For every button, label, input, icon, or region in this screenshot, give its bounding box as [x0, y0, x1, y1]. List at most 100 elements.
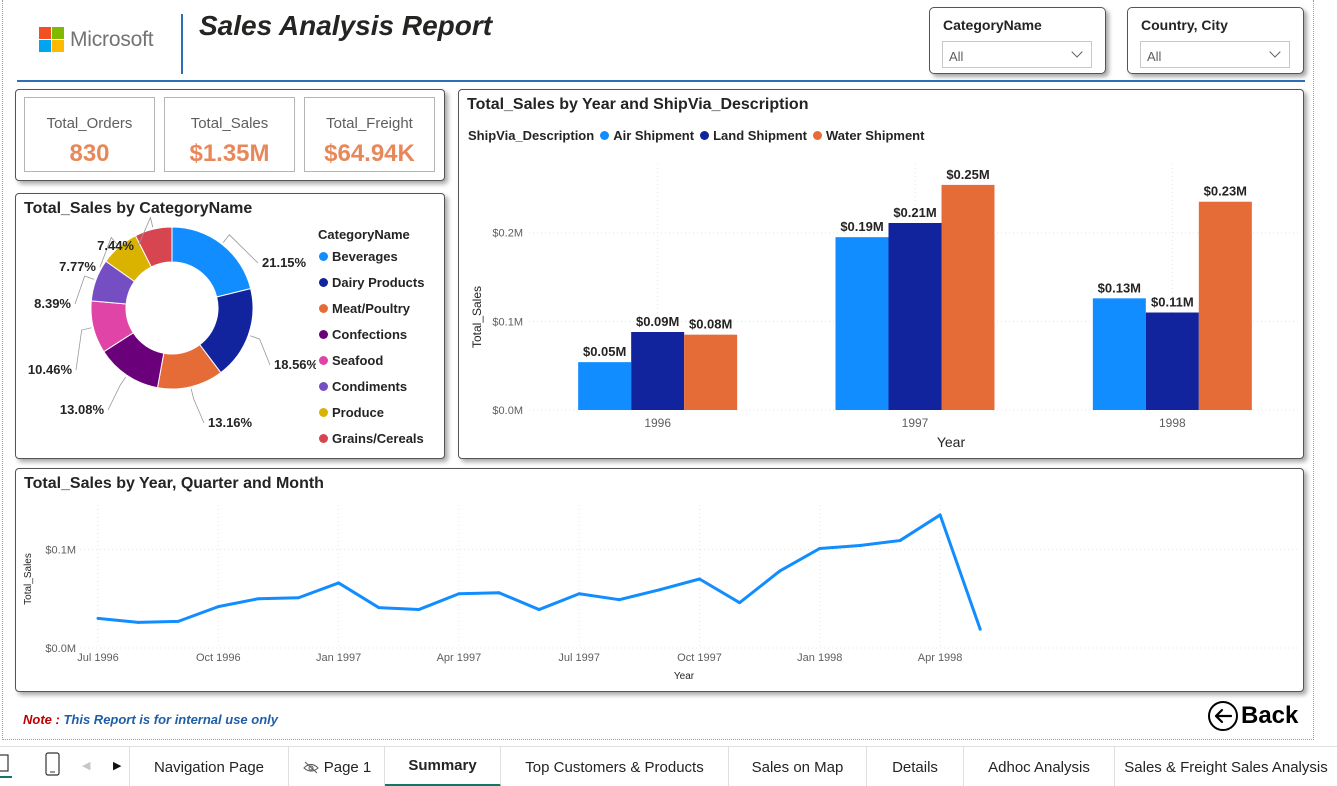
country-city-slicer-label: Country, City	[1141, 17, 1228, 33]
y-axis-title: Total_Sales	[23, 553, 34, 605]
bar-data-label: $0.13M	[1098, 280, 1141, 295]
tab-label: Navigation Page	[153, 758, 265, 776]
legend-label: Land Shipment	[713, 128, 807, 143]
x-axis-title: Year	[937, 434, 966, 450]
tab-label: Top Customers & Products	[525, 758, 704, 776]
line-point	[497, 591, 501, 595]
tab-sales-freight-analysis[interactable]: Sales & Freight Sales Analysis	[1115, 747, 1337, 786]
legend-item[interactable]: Land Shipment	[700, 128, 807, 143]
sales-line	[97, 513, 982, 630]
line-point	[96, 616, 100, 620]
donut-chart[interactable]: 21.15% 18.56% 13.16% 13.08% 10.46% 8.39% 7.77%…	[16, 216, 316, 454]
y-tick-label: $0.1M	[492, 316, 523, 328]
line-point	[216, 605, 220, 609]
tab-page-1[interactable]: Page 1	[289, 747, 385, 786]
line-point	[136, 620, 140, 624]
legend-item[interactable]: Meat/Poultry	[319, 301, 410, 316]
legend-item[interactable]: Beverages	[319, 249, 398, 264]
tab-sales-on-map[interactable]: Sales on Map	[729, 747, 867, 786]
legend-label: Condiments	[332, 379, 408, 394]
bar-data-label: $0.23M	[1204, 184, 1247, 199]
bar-air-shipment	[578, 362, 632, 410]
legend-item[interactable]: Produce	[319, 405, 384, 420]
bar-data-label: $0.19M	[840, 219, 883, 234]
line-point	[778, 569, 782, 573]
line-point	[256, 597, 260, 601]
bar-chart-panel[interactable]: Total_Sales by Year and ShipVia_Descript…	[458, 89, 1304, 459]
chart-title: Total_Sales by Year and ShipVia_Descript…	[467, 96, 809, 113]
line-point	[938, 513, 942, 517]
desktop-view-icon[interactable]	[0, 747, 20, 786]
legend-item[interactable]: Condiments	[319, 379, 407, 394]
legend-item[interactable]: Air Shipment	[600, 128, 694, 143]
back-arrow-icon	[1208, 701, 1238, 731]
tab-details[interactable]: Details	[867, 747, 964, 786]
back-button[interactable]: Back	[1207, 700, 1298, 732]
line-point	[617, 598, 621, 602]
line-chart-panel[interactable]: Total_Sales by Year, Quarter and Month $…	[15, 468, 1304, 692]
donut-data-label: 7.44%	[97, 238, 134, 253]
legend-label: Air Shipment	[613, 128, 695, 143]
category-slicer: CategoryName All	[929, 7, 1106, 74]
tab-adhoc-analysis[interactable]: Adhoc Analysis	[964, 747, 1115, 786]
microsoft-logo: Microsoft	[39, 27, 154, 52]
legend-item[interactable]: Seafood	[319, 353, 383, 368]
x-tick-label: Jan 1997	[316, 652, 361, 664]
bar-air-shipment	[1092, 298, 1146, 410]
donut-leader-line	[190, 388, 205, 424]
legend-item[interactable]: Dairy Products	[319, 275, 424, 290]
legend-item[interactable]: Grains/Cereals	[319, 431, 424, 446]
donut-leader-line	[75, 327, 92, 371]
y-tick-label: $0.1M	[45, 544, 76, 556]
legend-label: Grains/Cereals	[332, 431, 424, 446]
tab-scroll-right-icon[interactable]: ▶	[113, 759, 121, 772]
tab-label: Page 1	[323, 758, 372, 776]
line-point	[657, 588, 661, 592]
y-axis-title: Total_Sales	[470, 286, 484, 348]
legend-dot-icon	[319, 356, 328, 365]
x-axis-title: Year	[674, 671, 695, 682]
legend-item[interactable]: Water Shipment	[812, 128, 924, 143]
legend-label: Dairy Products	[332, 275, 425, 290]
legend-item[interactable]: Confections	[319, 327, 407, 342]
line-chart[interactable]: $0.0M $0.1M Jul 1996 Oct 1996 Jan 1997 Apr 19…	[16, 495, 1303, 690]
legend-dot-icon	[319, 304, 328, 313]
note-label: Note :	[23, 712, 60, 727]
kpi-card-sales[interactable]: Total_Sales $1.35M	[164, 97, 295, 172]
page-tabs-bar: ◀ ▶ Navigation Page Page 1 Summary Top C…	[0, 746, 1337, 786]
header-rule	[17, 80, 1305, 82]
chevron-down-icon	[1269, 46, 1281, 58]
donut-legend-title: CategoryName	[318, 227, 410, 242]
tab-navigation-page[interactable]: Navigation Page	[130, 747, 289, 786]
bar-legend: ShipVia_Description Air Shipment Land Shi…	[468, 128, 924, 143]
donut-data-label: 10.46%	[28, 362, 73, 377]
kpi-value: $64.94K	[324, 140, 415, 167]
report-title: Sales Analysis Report	[199, 10, 493, 41]
mobile-view-icon[interactable]	[40, 747, 66, 786]
country-city-dropdown[interactable]: All	[1140, 41, 1290, 68]
donut-chart-panel[interactable]: Total_Sales by CategoryName 21.15% 18.56%…	[15, 193, 445, 459]
tab-top-customers-products[interactable]: Top Customers & Products	[501, 747, 729, 786]
line-point	[457, 592, 461, 596]
x-tick-label: Jul 1996	[77, 652, 119, 664]
footer-note: Note : This Report is for internal use o…	[23, 712, 278, 727]
kpi-panel: Total_Orders 830 Total_Sales $1.35M Tota…	[15, 89, 445, 181]
bar-chart[interactable]: $0.0M $0.1M $0.2M $0.05M $0.09M $0.08M 1996 $0.…	[459, 148, 1303, 458]
category-dropdown[interactable]: All	[942, 41, 1092, 68]
bar-data-label: $0.21M	[893, 205, 936, 220]
kpi-card-freight[interactable]: Total_Freight $64.94K	[304, 97, 435, 172]
tab-summary[interactable]: Summary	[385, 747, 501, 786]
tab-scroll-left-icon[interactable]: ◀	[82, 759, 90, 772]
x-tick-label: Jan 1998	[797, 652, 842, 664]
x-tick-label: Jul 1997	[558, 652, 600, 664]
legend-dot-icon	[319, 382, 328, 391]
kpi-card-orders[interactable]: Total_Orders 830	[24, 97, 155, 172]
line-point	[738, 601, 742, 605]
line-point	[417, 608, 421, 612]
bar-water-shipment	[1198, 201, 1252, 410]
chevron-down-icon	[1071, 46, 1083, 58]
legend-label: Beverages	[332, 249, 398, 264]
y-tick-label: $0.2M	[492, 228, 523, 240]
y-tick-label: $0.0M	[45, 643, 76, 655]
bar-data-label: $0.11M	[1151, 295, 1194, 310]
